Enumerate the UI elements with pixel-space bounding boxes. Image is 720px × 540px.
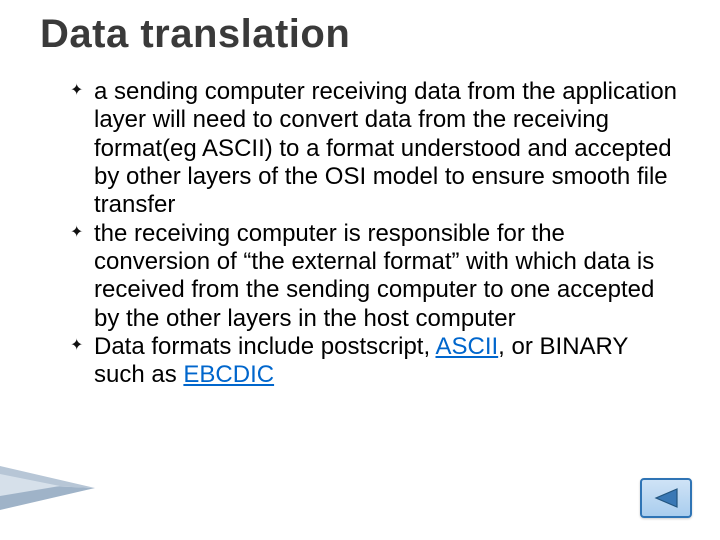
list-item: ✦ the receiving computer is responsible … — [72, 220, 682, 333]
list-item: ✦ a sending computer receiving data from… — [72, 78, 682, 220]
list-item-text: Data formats include postscript, ASCII, … — [94, 333, 628, 388]
back-button[interactable] — [640, 478, 692, 518]
slide: Data translation ✦ a sending computer re… — [0, 0, 720, 540]
bullet-icon: ✦ — [70, 339, 84, 353]
text-link[interactable]: ASCII — [435, 333, 498, 360]
list-item: ✦ Data formats include postscript, ASCII… — [72, 333, 682, 390]
slide-title: Data translation — [40, 12, 350, 57]
bullet-icon: ✦ — [70, 226, 84, 240]
corner-decoration — [0, 466, 95, 510]
text-link[interactable]: EBCDIC — [183, 361, 274, 388]
list-item-text: the receiving computer is responsible fo… — [94, 220, 654, 332]
bullet-icon: ✦ — [70, 84, 84, 98]
list-item-text: a sending computer receiving data from t… — [94, 78, 677, 218]
triangle-left-icon — [653, 488, 679, 508]
bullet-list: ✦ a sending computer receiving data from… — [72, 78, 682, 389]
slide-body: ✦ a sending computer receiving data from… — [72, 78, 682, 389]
